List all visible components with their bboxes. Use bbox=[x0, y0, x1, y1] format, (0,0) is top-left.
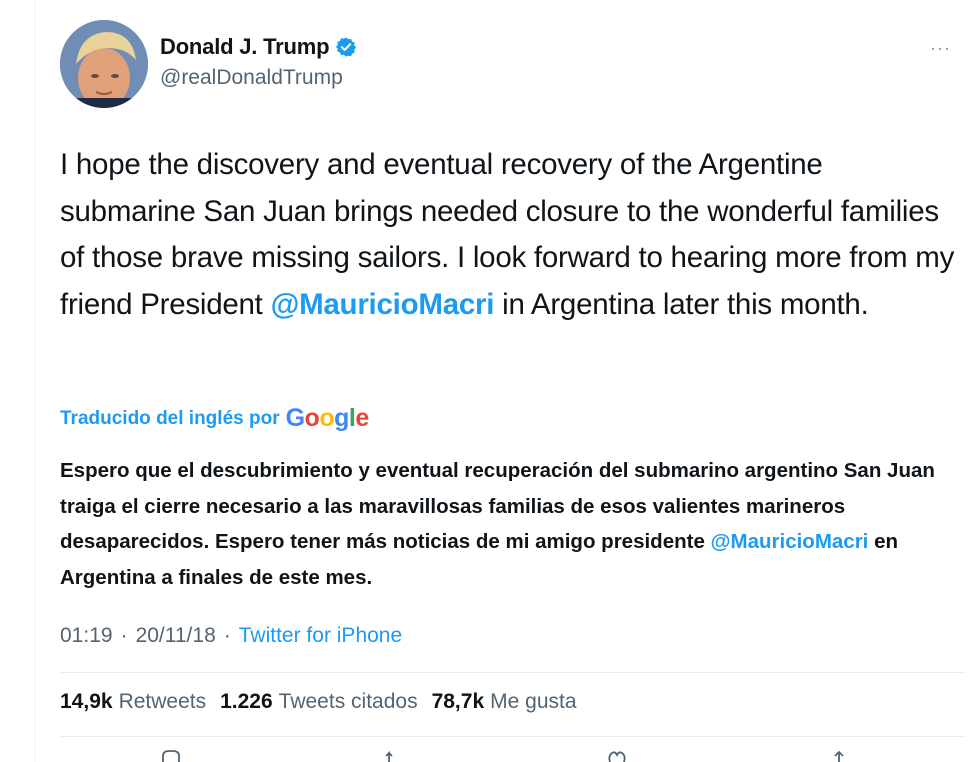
verified-badge-icon bbox=[336, 37, 357, 57]
author-handle[interactable]: @realDonaldTrump bbox=[160, 66, 343, 90]
timeline-border bbox=[35, 0, 36, 762]
engagement-stats: 14,9k Retweets 1.226 Tweets citados 78,7… bbox=[60, 690, 591, 714]
quote-tweets-label[interactable]: Tweets citados bbox=[279, 690, 418, 714]
translation-mention-link[interactable]: @MauricioMacri bbox=[711, 530, 869, 553]
quote-tweets-count[interactable]: 1.226 bbox=[220, 690, 273, 714]
like-icon[interactable] bbox=[606, 748, 628, 762]
more-horizontal-icon[interactable]: ··· bbox=[930, 38, 951, 59]
tweet-text-after: in Argentina later this month. bbox=[494, 287, 869, 321]
avatar-image bbox=[60, 20, 148, 108]
likes-count[interactable]: 78,7k bbox=[432, 690, 485, 714]
avatar[interactable] bbox=[60, 20, 148, 108]
translated-text: Espero que el descubrimiento y eventual … bbox=[60, 453, 960, 595]
translation-label[interactable]: Traducido del inglés por bbox=[60, 408, 280, 430]
tweet-date[interactable]: 20/11/18 bbox=[136, 624, 216, 648]
translation-attribution: Traducido del inglés por Google bbox=[60, 404, 369, 433]
reply-icon[interactable] bbox=[160, 748, 182, 762]
author-row: Donald J. Trump bbox=[160, 34, 357, 60]
google-logo: Google bbox=[285, 404, 370, 432]
retweet-icon[interactable] bbox=[384, 748, 406, 762]
tweet-mention-link[interactable]: @MauricioMacri bbox=[271, 288, 495, 321]
author-name[interactable]: Donald J. Trump bbox=[160, 34, 330, 60]
tweet-time[interactable]: 01:19 bbox=[60, 624, 113, 648]
divider bbox=[60, 672, 965, 673]
action-bar bbox=[0, 748, 980, 762]
tweet-metadata: 01:19 · 20/11/18 · Twitter for iPhone bbox=[60, 624, 402, 648]
tweet-text: I hope the discovery and eventual recove… bbox=[60, 142, 965, 328]
retweets-count[interactable]: 14,9k bbox=[60, 690, 113, 714]
tweet-source-link[interactable]: Twitter for iPhone bbox=[239, 624, 402, 648]
share-icon[interactable] bbox=[828, 748, 850, 762]
likes-label[interactable]: Me gusta bbox=[490, 690, 576, 714]
retweets-label[interactable]: Retweets bbox=[119, 690, 207, 714]
meta-separator: · bbox=[223, 624, 231, 647]
divider bbox=[60, 736, 965, 737]
meta-separator: · bbox=[120, 624, 128, 647]
